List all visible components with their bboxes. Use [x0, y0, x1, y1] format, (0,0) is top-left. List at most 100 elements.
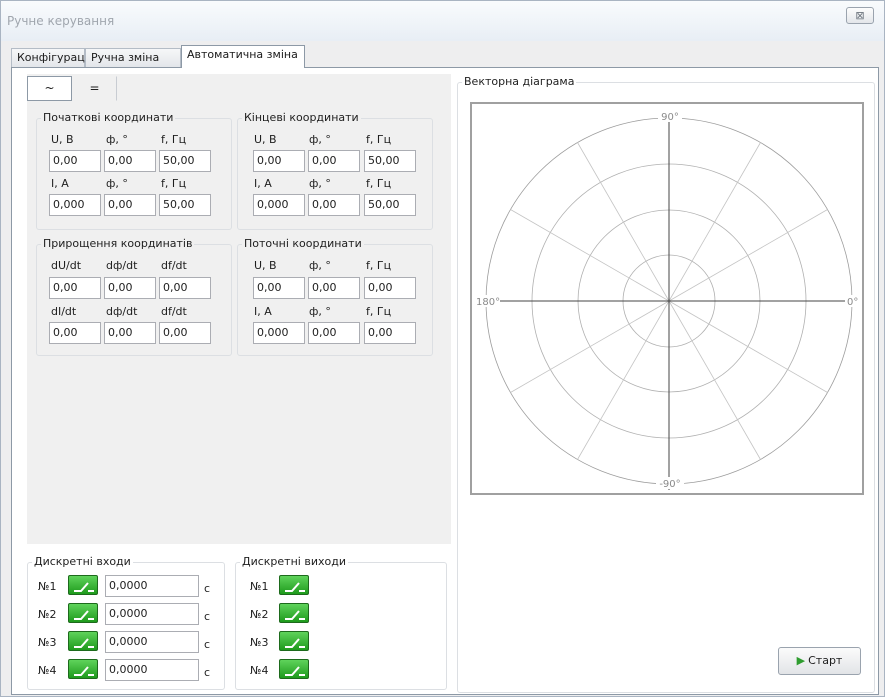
- discrete-output-label-2: №2: [250, 608, 269, 621]
- close-icon: ⊠: [855, 9, 865, 22]
- discrete-input-label-4: №4: [38, 664, 57, 677]
- final-i-phi-field[interactable]: 0,00: [308, 194, 360, 216]
- switch-icon: [74, 666, 94, 676]
- close-button[interactable]: ⊠: [846, 7, 874, 24]
- initial-i-phi-field[interactable]: 0,00: [104, 194, 156, 216]
- initial-u-phi-label: ф, °: [106, 133, 128, 146]
- polar-label-minus-90: -90°: [659, 479, 680, 490]
- final-coordinates-title: Кінцеві координати: [242, 111, 361, 124]
- vector-diagram-title: Векторна діаграма: [462, 75, 577, 88]
- polar-grid: 90° -90° 180° 0°: [474, 110, 861, 490]
- initial-coordinates-title: Початкові координати: [41, 111, 176, 124]
- discrete-output-switch-4[interactable]: [279, 659, 309, 679]
- start-button-label: Старт: [808, 654, 843, 667]
- discrete-input-time-2[interactable]: 0,0000: [105, 603, 199, 625]
- discrete-input-switch-1[interactable]: [68, 575, 98, 595]
- discrete-output-switch-2[interactable]: [279, 603, 309, 623]
- increment-u-field[interactable]: 0,00: [49, 277, 101, 299]
- initial-u-phi-field[interactable]: 0,00: [104, 150, 156, 172]
- current-i-field[interactable]: 0,000: [253, 322, 305, 344]
- initial-u-label: U, В: [51, 133, 74, 146]
- final-i-f-label: f, Гц: [366, 177, 392, 190]
- polar-label-0: 0°: [847, 297, 858, 308]
- discrete-inputs-title: Дискретні входи: [32, 555, 133, 568]
- polar-spoke-30: [668, 209, 828, 302]
- current-u-f-field[interactable]: 0,00: [364, 277, 416, 299]
- window: Ручне керування ⊠ Конфігурація Ручна змі…: [0, 0, 885, 697]
- discrete-inputs-group: Дискретні входи №1 0,0000 с №2 0,0000 с …: [27, 555, 225, 690]
- polar-diagram: 90° -90° 180° 0°: [470, 102, 864, 495]
- discrete-input-switch-4[interactable]: [68, 659, 98, 679]
- initial-i-f-label: f, Гц: [161, 177, 187, 190]
- mode-tab-ac[interactable]: ~: [27, 76, 72, 101]
- discrete-output-switch-1[interactable]: [279, 575, 309, 595]
- polar-label-90: 90°: [661, 112, 679, 123]
- increment-coordinates-title: Прирощення координатів: [41, 237, 195, 250]
- polar-spoke-120: [577, 142, 670, 302]
- increment-coordinates-group: Прирощення координатів dU/dt dф/dt df/dt…: [36, 237, 232, 356]
- discrete-input-switch-3[interactable]: [68, 631, 98, 651]
- discrete-input-unit-1: с: [204, 582, 211, 595]
- discrete-input-unit-3: с: [204, 638, 211, 651]
- tab-configuration[interactable]: Конфігурація: [11, 48, 94, 67]
- final-u-phi-field[interactable]: 0,00: [308, 150, 360, 172]
- increment-i-field[interactable]: 0,00: [49, 322, 101, 344]
- start-button[interactable]: ▶ Старт: [778, 647, 861, 675]
- current-i-phi-field[interactable]: 0,00: [308, 322, 360, 344]
- increment-u-f-field[interactable]: 0,00: [159, 277, 211, 299]
- title-bar: Ручне керування ⊠: [1, 1, 884, 41]
- initial-u-field[interactable]: 0,00: [49, 150, 101, 172]
- discrete-input-switch-2[interactable]: [68, 603, 98, 623]
- initial-u-f-field[interactable]: 50,00: [159, 150, 211, 172]
- current-u-field[interactable]: 0,00: [253, 277, 305, 299]
- mode-tab-dc[interactable]: =: [72, 76, 117, 101]
- discrete-output-label-4: №4: [250, 664, 269, 677]
- current-u-phi-field[interactable]: 0,00: [308, 277, 360, 299]
- switch-icon: [74, 610, 94, 620]
- final-i-phi-label: ф, °: [309, 177, 331, 190]
- final-i-label: I, A: [254, 177, 272, 190]
- increment-u-label: dU/dt: [51, 259, 82, 272]
- current-coordinates-title: Поточні координати: [242, 237, 364, 250]
- polar-spoke-150: [510, 209, 670, 302]
- increment-u-phi-field[interactable]: 0,00: [104, 277, 156, 299]
- tab-automatic-change[interactable]: Автоматична зміна: [181, 45, 305, 68]
- discrete-input-time-1[interactable]: 0,0000: [105, 575, 199, 597]
- current-u-f-label: f, Гц: [366, 259, 392, 272]
- final-u-field[interactable]: 0,00: [253, 150, 305, 172]
- final-i-f-field[interactable]: 50,00: [364, 194, 416, 216]
- discrete-input-time-3[interactable]: 0,0000: [105, 631, 199, 653]
- discrete-input-label-3: №3: [38, 636, 57, 649]
- discrete-output-switch-3[interactable]: [279, 631, 309, 651]
- final-u-label: U, В: [254, 133, 277, 146]
- initial-i-field[interactable]: 0,000: [49, 194, 101, 216]
- polar-spoke-300: [668, 300, 761, 460]
- initial-i-f-field[interactable]: 50,00: [159, 194, 211, 216]
- discrete-input-unit-2: с: [204, 610, 211, 623]
- current-i-label: I, A: [254, 305, 272, 318]
- switch-icon: [285, 610, 305, 620]
- current-i-f-field[interactable]: 0,00: [364, 322, 416, 344]
- increment-u-phi-label: dф/dt: [106, 259, 138, 272]
- discrete-input-label-2: №2: [38, 608, 57, 621]
- initial-i-phi-label: ф, °: [106, 177, 128, 190]
- increment-i-label: dI/dt: [51, 305, 77, 318]
- play-icon: ▶: [796, 654, 806, 667]
- increment-i-f-label: df/dt: [161, 305, 187, 318]
- final-u-f-field[interactable]: 50,00: [364, 150, 416, 172]
- initial-i-label: I, A: [51, 177, 69, 190]
- current-coordinates-group: Поточні координати U, В ф, ° f, Гц 0,00 …: [237, 237, 433, 356]
- discrete-input-label-1: №1: [38, 580, 57, 593]
- final-i-field[interactable]: 0,000: [253, 194, 305, 216]
- discrete-input-time-4[interactable]: 0,0000: [105, 659, 199, 681]
- switch-icon: [74, 582, 94, 592]
- polar-label-180: 180°: [476, 297, 500, 308]
- increment-i-f-field[interactable]: 0,00: [159, 322, 211, 344]
- initial-u-f-label: f, Гц: [161, 133, 187, 146]
- final-u-f-label: f, Гц: [366, 133, 392, 146]
- tab-manual-change[interactable]: Ручна зміна: [85, 48, 181, 67]
- polar-spoke-240: [577, 300, 670, 460]
- initial-coordinates-group: Початкові координати U, В ф, ° f, Гц 0,0…: [36, 111, 232, 230]
- switch-icon: [74, 638, 94, 648]
- increment-i-phi-field[interactable]: 0,00: [104, 322, 156, 344]
